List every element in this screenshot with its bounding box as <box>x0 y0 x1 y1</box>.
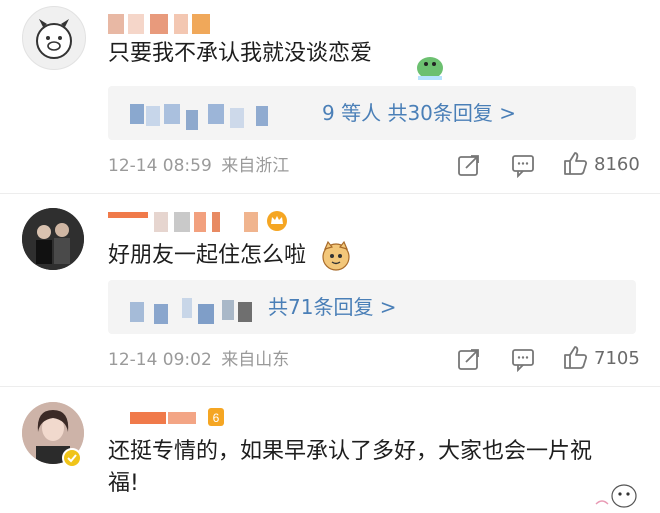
like-icon[interactable] <box>562 344 588 370</box>
cartoon-sticker-icon <box>595 484 637 508</box>
reply-preview[interactable]: 9 等人 共30条回复 > <box>108 86 636 140</box>
divider <box>0 193 660 194</box>
comment-icon[interactable] <box>510 152 536 178</box>
comment-text-line-2: 福! <box>108 471 139 496</box>
comment-text: 好朋友一起住怎么啦 <box>108 243 307 268</box>
comment-meta: 12-14 09:02 来自山东 <box>108 348 289 372</box>
reply-usernames-blurred <box>130 104 330 130</box>
view-replies-link[interactable]: 共71条回复 > <box>268 292 397 322</box>
crown-badge-icon[interactable] <box>266 210 288 232</box>
cat-emoji-icon <box>322 240 350 271</box>
comment-text: 还挺专情的，如果早承认了多好，大家也会一片祝 福! <box>108 436 638 500</box>
like-count: 7105 <box>594 348 640 369</box>
location: 来自浙江 <box>221 156 290 176</box>
location: 来自山东 <box>221 350 290 370</box>
comment-text: 只要我不承认我就没谈恋爱 <box>108 41 373 66</box>
username-blurred[interactable] <box>108 212 288 234</box>
couple-photo-icon <box>22 208 84 270</box>
share-icon[interactable] <box>456 152 482 178</box>
cartoon-pig-icon <box>36 19 72 59</box>
reply-preview[interactable]: 共71条回复 > <box>108 280 636 334</box>
timestamp: 12-14 08:59 <box>108 156 212 176</box>
comment-icon[interactable] <box>510 346 536 372</box>
like-count: 8160 <box>594 154 640 175</box>
svg-text:6: 6 <box>213 411 220 425</box>
divider <box>0 386 660 387</box>
share-icon[interactable] <box>456 346 482 372</box>
avatar[interactable] <box>22 208 84 270</box>
comment-meta: 12-14 08:59 来自浙江 <box>108 154 289 178</box>
vip-level-badge-icon[interactable]: 6 <box>206 406 226 428</box>
dinosaur-sticker-icon <box>417 57 443 80</box>
verified-badge-icon <box>62 448 82 468</box>
comment-text-line-1: 还挺专情的，如果早承认了多好，大家也会一片祝 <box>108 439 593 464</box>
view-replies-link[interactable]: 9 等人 共30条回复 > <box>322 98 516 128</box>
like-icon[interactable] <box>562 150 588 176</box>
timestamp: 12-14 09:02 <box>108 350 212 370</box>
username-blurred[interactable] <box>108 14 218 36</box>
avatar[interactable] <box>22 6 86 70</box>
